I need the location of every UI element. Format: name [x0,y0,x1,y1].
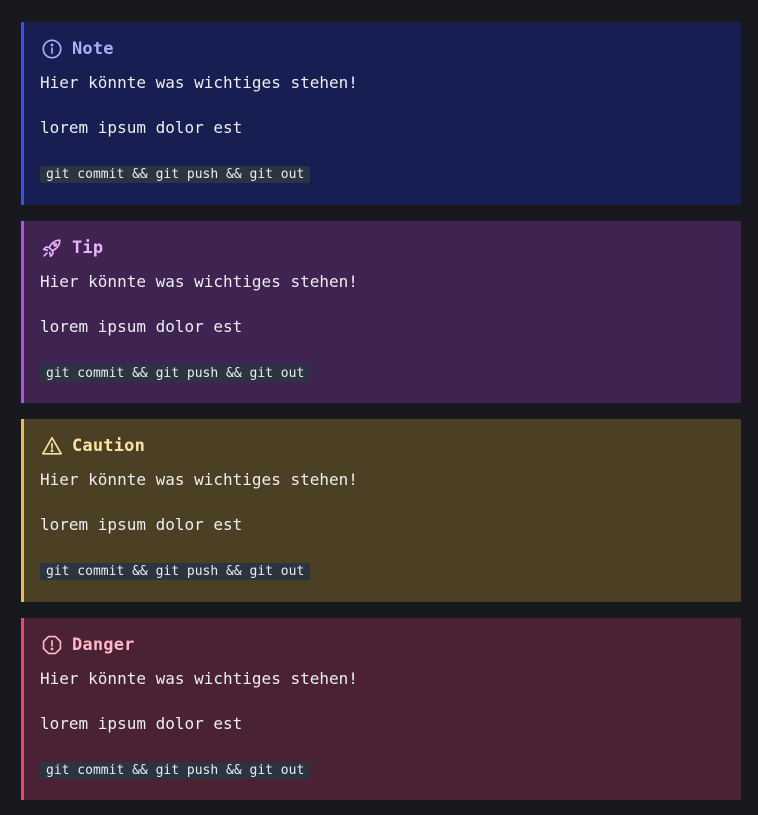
alert-octagon-icon [40,633,64,657]
aside-danger: Danger Hier könnte was wichtiges stehen!… [21,618,741,800]
aside-tip: Tip Hier könnte was wichtiges stehen! lo… [21,221,741,403]
aside-paragraph: Hier könnte was wichtiges stehen! [40,73,358,92]
aside-code-line: git commit && git push && git out [40,362,725,382]
aside-paragraph: lorem ipsum dolor est [40,317,243,336]
info-circle-icon [40,37,64,61]
inline-code: git commit && git push && git out [40,365,311,382]
inline-code: git commit && git push && git out [40,166,311,183]
aside-title: Caution [40,434,725,458]
aside-title-text: Note [72,39,114,59]
aside-title-text: Tip [72,238,104,258]
aside-code-line: git commit && git push && git out [40,163,725,183]
aside-title-text: Caution [72,436,146,456]
aside-title-text: Danger [72,635,135,655]
aside-paragraph: Hier könnte was wichtiges stehen! [40,272,358,291]
aside-paragraph: Hier könnte was wichtiges stehen! [40,470,358,489]
rocket-icon [40,236,64,260]
warning-triangle-icon [40,434,64,458]
aside-paragraph: lorem ipsum dolor est [40,118,243,137]
aside-code-line: git commit && git push && git out [40,759,725,779]
asides-container: Note Hier könnte was wichtiges stehen! l… [0,0,758,815]
aside-paragraph: lorem ipsum dolor est [40,515,243,534]
aside-title: Note [40,37,725,61]
aside-code-line: git commit && git push && git out [40,560,725,580]
aside-paragraph: Hier könnte was wichtiges stehen! [40,669,358,688]
aside-caution: Caution Hier könnte was wichtiges stehen… [21,419,741,602]
inline-code: git commit && git push && git out [40,762,311,779]
aside-note: Note Hier könnte was wichtiges stehen! l… [21,22,741,205]
aside-paragraph: lorem ipsum dolor est [40,714,243,733]
aside-title: Danger [40,633,725,657]
aside-title: Tip [40,236,725,260]
inline-code: git commit && git push && git out [40,563,311,580]
